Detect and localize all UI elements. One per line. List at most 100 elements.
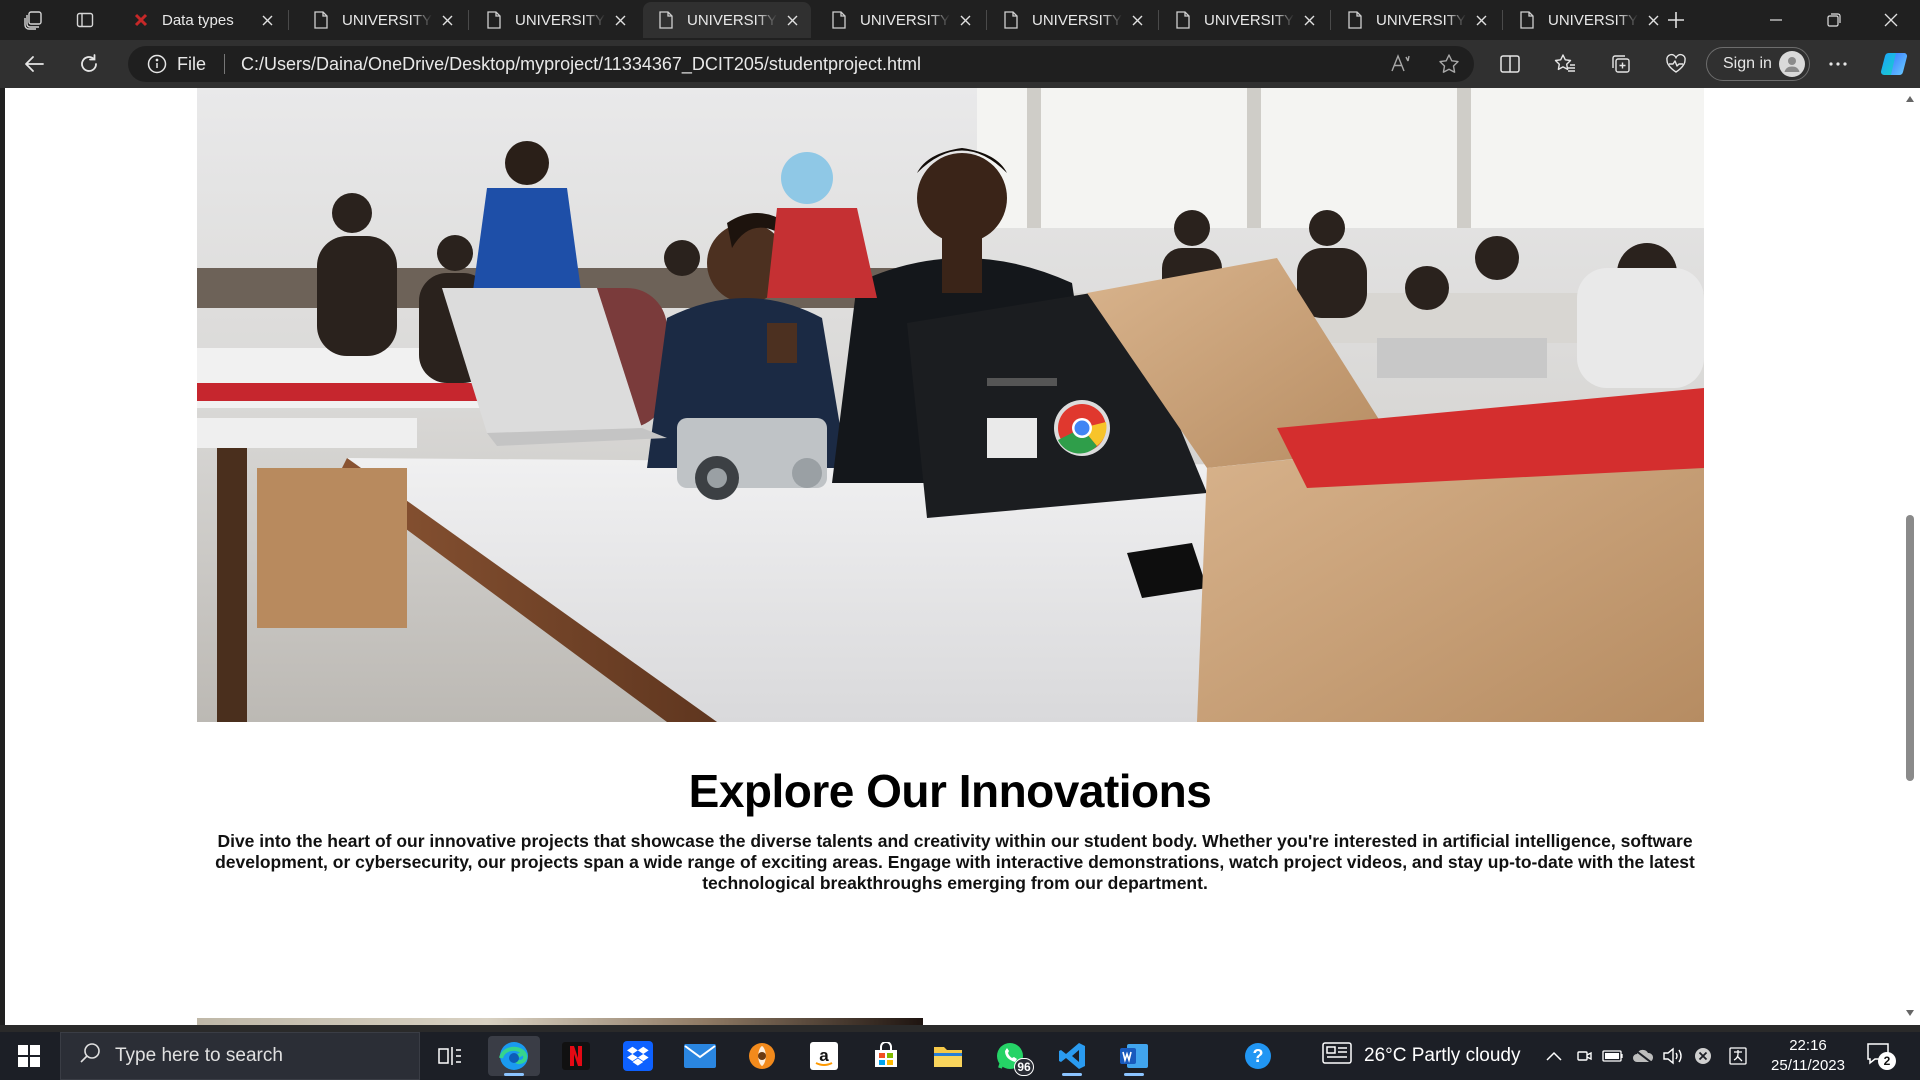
notification-center-icon[interactable]: 2 xyxy=(1866,1042,1896,1070)
mail-icon[interactable] xyxy=(674,1036,726,1076)
word-icon[interactable] xyxy=(1108,1036,1160,1076)
restore-button[interactable] xyxy=(1806,0,1862,40)
tab-separator xyxy=(288,10,289,30)
tab-close-icon[interactable] xyxy=(611,11,629,29)
refresh-button[interactable] xyxy=(71,48,107,80)
tab-close-icon[interactable] xyxy=(956,11,974,29)
scheme-label: File xyxy=(177,53,207,74)
read-aloud-icon[interactable] xyxy=(1390,53,1412,80)
tab-strip: Data types UNIVERSITY OF GHANA UNIVERSITY … xyxy=(0,0,1920,40)
weather-news-icon xyxy=(1322,1042,1352,1070)
meet-now-icon[interactable] xyxy=(1572,1032,1596,1080)
favorites-icon[interactable] xyxy=(1547,48,1583,80)
taskbar-search-box[interactable]: Type here to search xyxy=(60,1032,420,1080)
running-indicator xyxy=(1124,1073,1144,1076)
fl-studio-icon[interactable] xyxy=(736,1036,788,1076)
browser-essentials-icon[interactable] xyxy=(1658,48,1694,80)
svg-text:a: a xyxy=(819,1046,829,1065)
scrollbar-thumb[interactable] xyxy=(1906,515,1914,781)
tab-separator xyxy=(1330,10,1331,30)
input-language-icon[interactable] xyxy=(1722,1032,1754,1080)
vscode-icon[interactable] xyxy=(1046,1036,1098,1076)
browser-tab[interactable]: UNIVERSITY OF GHANA xyxy=(643,2,811,38)
weather-widget[interactable]: 26°C Partly cloudy xyxy=(1322,1032,1521,1080)
tab-title: UNIVERSITY OF GHANA xyxy=(1204,11,1294,29)
browser-tab[interactable]: UNIVERSITY OF GHANA xyxy=(1160,2,1328,38)
browser-tab[interactable]: UNIVERSITY OF GHANA xyxy=(1504,2,1672,38)
netflix-icon[interactable] xyxy=(550,1036,602,1076)
split-screen-icon[interactable] xyxy=(1492,48,1528,80)
section-title: Explore Our Innovations xyxy=(688,765,1212,817)
no-internet-icon[interactable] xyxy=(1690,1032,1716,1080)
search-placeholder: Type here to search xyxy=(115,1045,283,1066)
page-icon xyxy=(1174,11,1192,29)
show-hidden-icons-chevron-icon[interactable] xyxy=(1540,1032,1568,1080)
svg-text:?: ? xyxy=(1253,1046,1264,1066)
divider xyxy=(224,54,226,74)
tab-separator xyxy=(1158,10,1159,30)
back-button[interactable] xyxy=(16,48,52,80)
close-window-button[interactable] xyxy=(1863,0,1919,40)
tab-title: UNIVERSITY OF GHANA xyxy=(687,11,777,29)
weather-text: 26°C Partly cloudy xyxy=(1364,1045,1521,1066)
scroll-down-arrow-icon[interactable] xyxy=(1905,1008,1915,1018)
browser-tab[interactable]: UNIVERSITY OF GHANA xyxy=(816,2,984,38)
collections-icon[interactable] xyxy=(1603,48,1639,80)
tab-title: UNIVERSITY OF GHANA xyxy=(515,11,605,29)
dropbox-icon[interactable] xyxy=(612,1036,664,1076)
sign-in-label: Sign in xyxy=(1723,55,1772,72)
page-icon xyxy=(1518,11,1536,29)
tab-separator xyxy=(468,10,469,30)
start-button[interactable] xyxy=(0,1032,58,1080)
tab-close-icon[interactable] xyxy=(1128,11,1146,29)
tab-close-icon[interactable] xyxy=(1472,11,1490,29)
task-view-icon[interactable] xyxy=(424,1036,476,1076)
page-icon xyxy=(485,11,503,29)
settings-more-icon[interactable] xyxy=(1820,48,1856,80)
vertical-scrollbar[interactable] xyxy=(1900,88,1920,1025)
whatsapp-icon[interactable]: 96 xyxy=(984,1036,1036,1076)
tab-close-icon[interactable] xyxy=(258,11,276,29)
tab-close-icon[interactable] xyxy=(438,11,456,29)
page-icon xyxy=(1346,11,1364,29)
browser-tab[interactable]: UNIVERSITY OF GHANA xyxy=(988,2,1156,38)
tab-actions-icon[interactable] xyxy=(70,6,100,34)
new-tab-button[interactable] xyxy=(1661,6,1691,34)
amazon-icon[interactable]: a xyxy=(798,1036,850,1076)
microsoft-store-icon[interactable] xyxy=(860,1036,912,1076)
address-bar[interactable]: File C:/Users/Daina/OneDrive/Desktop/myp… xyxy=(128,46,1474,82)
sign-in-button[interactable]: Sign in xyxy=(1706,47,1810,81)
red-x-favicon-icon xyxy=(132,11,150,29)
tab-close-icon[interactable] xyxy=(783,11,801,29)
browser-tab[interactable]: Data types xyxy=(118,2,286,38)
browser-tab[interactable]: UNIVERSITY OF GHANA xyxy=(1332,2,1500,38)
search-icon xyxy=(79,1042,101,1070)
tab-title: UNIVERSITY OF GHANA xyxy=(860,11,950,29)
tab-title: UNIVERSITY OF GHANA xyxy=(1376,11,1466,29)
help-icon[interactable]: ? xyxy=(1232,1036,1284,1076)
minimize-button[interactable] xyxy=(1748,0,1804,40)
tab-separator xyxy=(986,10,987,30)
browser-tab[interactable]: UNIVERSITY OF GHANA xyxy=(471,2,639,38)
page-icon xyxy=(830,11,848,29)
url-text[interactable]: C:/Users/Daina/OneDrive/Desktop/myprojec… xyxy=(241,54,921,75)
battery-icon[interactable] xyxy=(1600,1032,1626,1080)
system-clock[interactable]: 22:16 25/11/2023 xyxy=(1760,1036,1856,1076)
onedrive-icon[interactable] xyxy=(1630,1032,1656,1080)
notification-count-badge: 2 xyxy=(1878,1052,1896,1070)
running-indicator xyxy=(1062,1073,1082,1076)
site-info-icon[interactable] xyxy=(146,53,168,75)
tab-title: Data types xyxy=(162,11,234,29)
browser-tab[interactable]: UNIVERSITY OF GHANA xyxy=(298,2,466,38)
tab-close-icon[interactable] xyxy=(1644,11,1662,29)
edge-taskbar-icon[interactable] xyxy=(488,1036,540,1076)
copilot-icon[interactable] xyxy=(1876,48,1912,80)
workspaces-icon[interactable] xyxy=(18,6,48,34)
volume-icon[interactable] xyxy=(1660,1032,1686,1080)
file-explorer-icon[interactable] xyxy=(922,1036,974,1076)
tab-close-icon[interactable] xyxy=(1300,11,1318,29)
clock-time: 22:16 xyxy=(1789,1037,1827,1054)
scroll-up-arrow-icon[interactable] xyxy=(1905,94,1915,104)
page-icon xyxy=(312,11,330,29)
favorite-star-icon[interactable] xyxy=(1438,53,1460,80)
